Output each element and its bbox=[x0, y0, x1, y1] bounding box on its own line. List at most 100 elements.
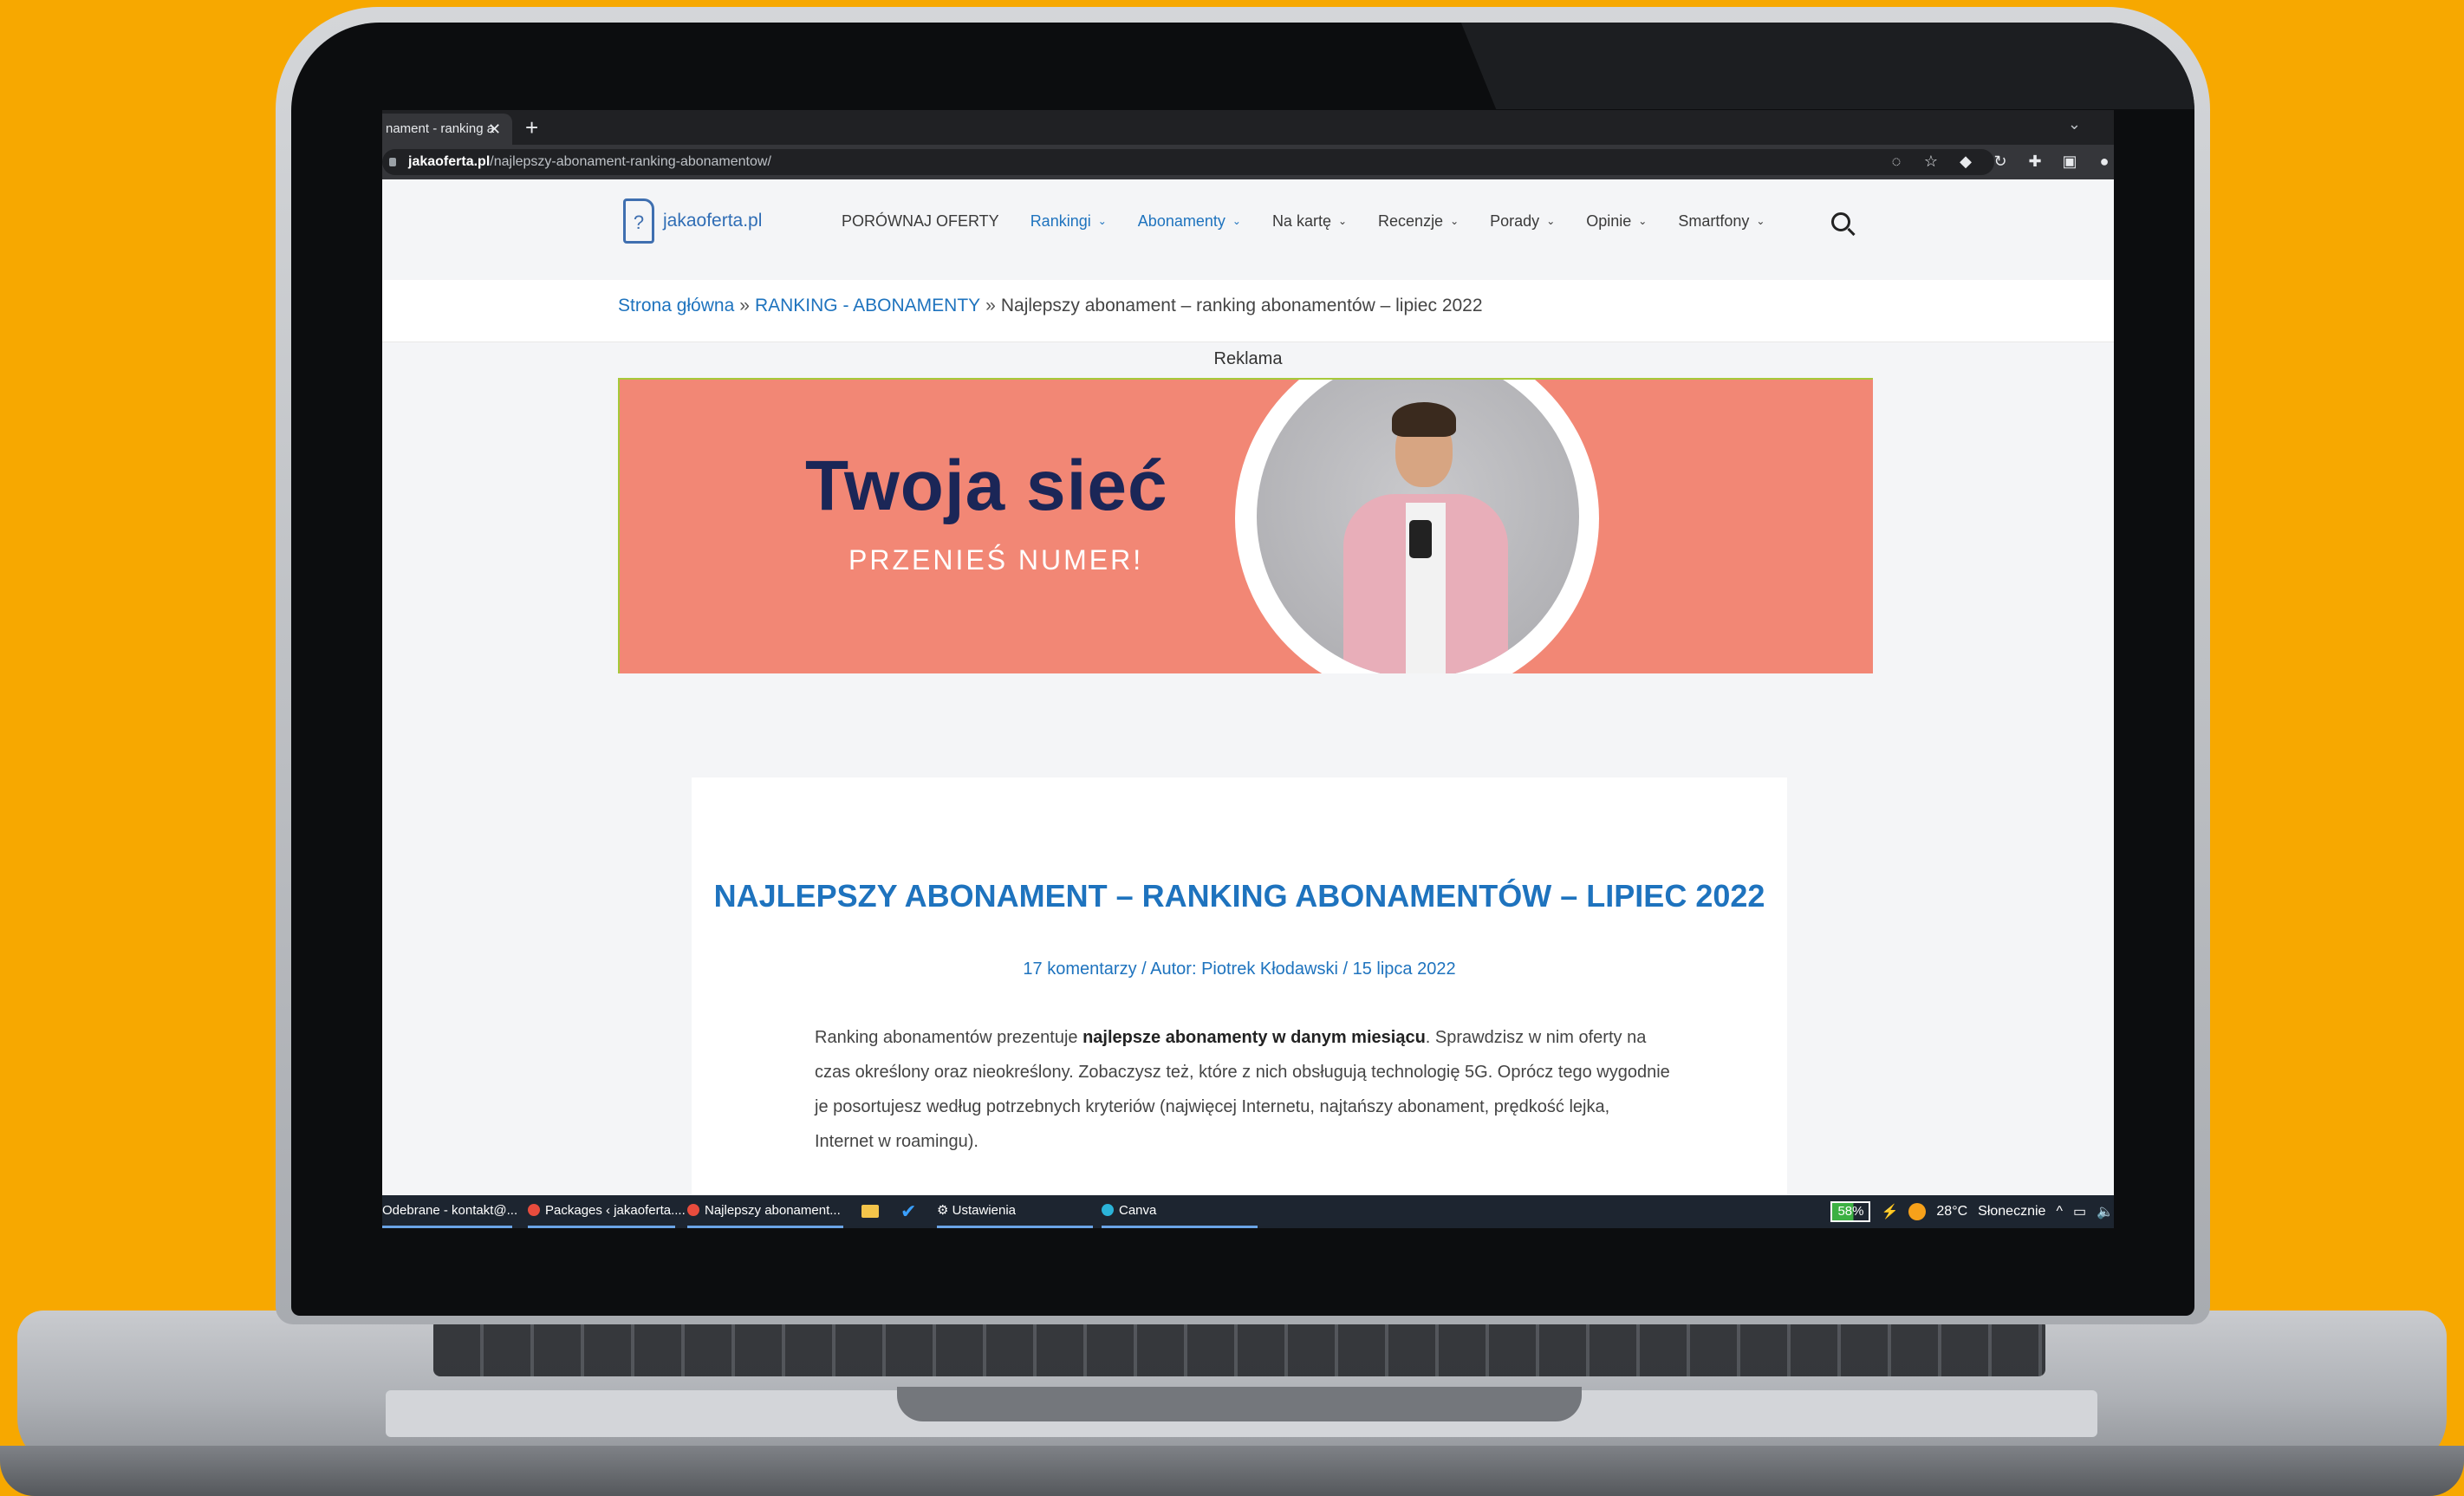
taskbar-label: Packages ‹ jakaoferta.... bbox=[545, 1203, 686, 1218]
site-logo[interactable]: ? jakaoferta.pl bbox=[623, 198, 762, 244]
chevron-up-icon[interactable]: ^ bbox=[2056, 1204, 2063, 1220]
laptop-screen: nament - ranking a ✕ + ⌄ jakaoferta.pl/n… bbox=[382, 110, 2114, 1228]
taskbar-item-article[interactable]: Najlepszy abonament... bbox=[687, 1195, 843, 1228]
chevron-down-icon: ⌄ bbox=[1232, 215, 1241, 227]
breadcrumb-home[interactable]: Strona główna bbox=[618, 296, 734, 315]
sidebar-icon[interactable]: ▣ bbox=[2060, 152, 2079, 171]
phone-icon bbox=[1409, 520, 1432, 558]
breadcrumb: Strona główna» RANKING - ABONAMENTY» Najle… bbox=[618, 296, 1483, 316]
network-icon[interactable]: ▭ bbox=[2073, 1203, 2086, 1220]
chevron-down-icon[interactable]: ⌄ bbox=[2068, 115, 2081, 133]
canva-icon bbox=[1102, 1204, 1114, 1216]
article-meta[interactable]: 17 komentarzy / Autor: Piotrek Kłodawski… bbox=[692, 959, 1787, 979]
person-hair bbox=[1392, 402, 1456, 437]
taskbar-label: Najlepszy abonament... bbox=[705, 1203, 841, 1218]
nav-label: Rankingi bbox=[1030, 212, 1091, 230]
eye-off-icon[interactable]: ◌ bbox=[1887, 152, 1906, 171]
lock-icon[interactable] bbox=[389, 158, 396, 166]
site-header: ? jakaoferta.pl PORÓWNAJ OFERTY Rankingi… bbox=[382, 179, 2114, 271]
chevron-down-icon: ⌄ bbox=[1337, 215, 1348, 227]
chevron-down-icon: ⌄ bbox=[1546, 215, 1556, 227]
ad-banner[interactable]: Twoja sieć PRZENIEŚ NUMER! bbox=[618, 378, 1873, 673]
url-domain: jakaoferta.pl bbox=[408, 154, 491, 169]
extension-icon[interactable]: ◆ bbox=[1956, 152, 1975, 171]
new-tab-icon[interactable]: + bbox=[525, 114, 538, 141]
system-tray: 58% ⚡ 28°C Słonecznie ^ ▭ 🔈 bbox=[1830, 1195, 2114, 1228]
battery-indicator[interactable]: 58% bbox=[1830, 1201, 1871, 1222]
nav-item-na-karte[interactable]: Na kartę ⌄ bbox=[1272, 212, 1347, 231]
taskbar-item-mail[interactable]: Odebrane - kontakt@... bbox=[382, 1195, 517, 1228]
taskbar-label: Odebrane - kontakt@... bbox=[382, 1203, 518, 1218]
tab-title: nament - ranking a bbox=[386, 121, 495, 136]
gear-icon: ⚙ bbox=[937, 1203, 952, 1218]
chrome-icon bbox=[687, 1204, 699, 1216]
breadcrumb-section[interactable]: RANKING - ABONAMENTY bbox=[755, 296, 980, 315]
logo-glyph: ? bbox=[633, 211, 645, 233]
power-icon[interactable]: ⚡ bbox=[1881, 1203, 1898, 1220]
nav-item-recenzje[interactable]: Recenzje ⌄ bbox=[1378, 212, 1459, 231]
breadcrumb-bar: Strona główna» RANKING - ABONAMENTY» Najle… bbox=[382, 280, 2114, 342]
laptop-notch bbox=[897, 1387, 1582, 1421]
nav-label: PORÓWNAJ OFERTY bbox=[842, 212, 999, 230]
close-icon[interactable]: ✕ bbox=[488, 114, 501, 145]
chevron-down-icon: ⌄ bbox=[1756, 215, 1765, 227]
folder-icon[interactable] bbox=[861, 1205, 879, 1218]
star-icon[interactable]: ☆ bbox=[1921, 152, 1941, 171]
taskbar-label: Ustawienia bbox=[952, 1203, 1016, 1218]
nav-item-abonamenty[interactable]: Abonamenty ⌄ bbox=[1138, 212, 1241, 231]
nav-label: Na kartę bbox=[1271, 212, 1331, 230]
chevron-down-icon: ⌄ bbox=[1450, 215, 1460, 227]
nav-label: Opinie bbox=[1586, 212, 1632, 230]
breadcrumb-separator: » bbox=[739, 296, 750, 315]
main-nav: PORÓWNAJ OFERTY Rankingi ⌄ Abonamenty ⌄ Na… bbox=[842, 212, 1765, 231]
ad-photo bbox=[1257, 380, 1579, 673]
nav-item-porownaj[interactable]: PORÓWNAJ OFERTY bbox=[842, 212, 999, 231]
laptop-base-edge bbox=[0, 1446, 2464, 1496]
intro-text: Ranking abonamentów prezentuje bbox=[815, 1028, 1083, 1047]
url-path: /najlepszy-abonament-ranking-abonamentow… bbox=[490, 154, 771, 169]
nav-item-opinie[interactable]: Opinie ⌄ bbox=[1586, 212, 1647, 231]
sun-icon bbox=[1908, 1203, 1927, 1220]
breadcrumb-current: Najlepszy abonament – ranking abonamentó… bbox=[1000, 296, 1483, 315]
address-bar[interactable]: jakaoferta.pl/najlepszy-abonament-rankin… bbox=[382, 149, 1994, 175]
article: NAJLEPSZY ABONAMENT – RANKING ABONAMENTÓ… bbox=[692, 777, 1787, 1228]
nav-label: Recenzje bbox=[1378, 212, 1444, 230]
search-icon[interactable] bbox=[1831, 212, 1850, 231]
laptop-keyboard bbox=[433, 1319, 2045, 1376]
os-taskbar: Odebrane - kontakt@... Packages ‹ jakaof… bbox=[382, 1195, 2114, 1228]
bezel-reflection bbox=[1460, 23, 2194, 109]
chevron-down-icon: ⌄ bbox=[1097, 215, 1107, 227]
ad-subtitle: PRZENIEŚ NUMER! bbox=[848, 544, 1144, 576]
browser-toolbar: jakaoferta.pl/najlepszy-abonament-rankin… bbox=[382, 145, 2114, 179]
checkmark-icon[interactable]: ✔ bbox=[900, 1200, 916, 1223]
ad-label: Reklama bbox=[1213, 349, 1283, 368]
refresh-extension-icon[interactable]: ↻ bbox=[1991, 152, 2010, 171]
logo-text: jakaoferta.pl bbox=[663, 211, 763, 231]
nav-label: Smartfony bbox=[1678, 212, 1750, 230]
nav-label: Abonamenty bbox=[1137, 212, 1225, 230]
weather-desc[interactable]: Słonecznie bbox=[1978, 1204, 2045, 1220]
weather-temp[interactable]: 28°C bbox=[1936, 1204, 1967, 1220]
taskbar-item-canva[interactable]: Canva bbox=[1102, 1195, 1258, 1228]
taskbar-item-settings[interactable]: ⚙ Ustawienia bbox=[937, 1195, 1093, 1228]
intro-bold: najlepsze abonamenty w danym miesiącu bbox=[1082, 1028, 1426, 1047]
profile-icon[interactable]: ● bbox=[2095, 152, 2114, 171]
browser-tabbar: nament - ranking a ✕ + ⌄ bbox=[382, 110, 2114, 145]
puzzle-icon[interactable]: ✚ bbox=[2025, 152, 2045, 171]
nav-item-porady[interactable]: Porady ⌄ bbox=[1490, 212, 1555, 231]
browser-actions: ◌ ☆ ◆ ↻ ✚ ▣ ● bbox=[1887, 152, 2114, 171]
chrome-icon bbox=[528, 1204, 540, 1216]
taskbar-item-packages[interactable]: Packages ‹ jakaoferta.... bbox=[528, 1195, 686, 1228]
nav-item-rankingi[interactable]: Rankingi ⌄ bbox=[1030, 212, 1107, 231]
volume-icon[interactable]: 🔈 bbox=[2097, 1203, 2114, 1220]
article-title: NAJLEPSZY ABONAMENT – RANKING ABONAMENTÓ… bbox=[713, 878, 1765, 914]
browser-tab[interactable]: nament - ranking a ✕ bbox=[382, 114, 512, 145]
document-icon: ? bbox=[623, 198, 654, 244]
ad-title: Twoja sieć bbox=[805, 446, 1168, 525]
taskbar-label: Canva bbox=[1119, 1203, 1157, 1218]
nav-label: Porady bbox=[1490, 212, 1540, 230]
article-intro: Ranking abonamentów prezentuje najlepsze… bbox=[815, 1020, 1673, 1159]
nav-item-smartfony[interactable]: Smartfony ⌄ bbox=[1678, 212, 1765, 231]
chevron-down-icon: ⌄ bbox=[1638, 215, 1648, 227]
breadcrumb-separator: » bbox=[985, 296, 996, 315]
